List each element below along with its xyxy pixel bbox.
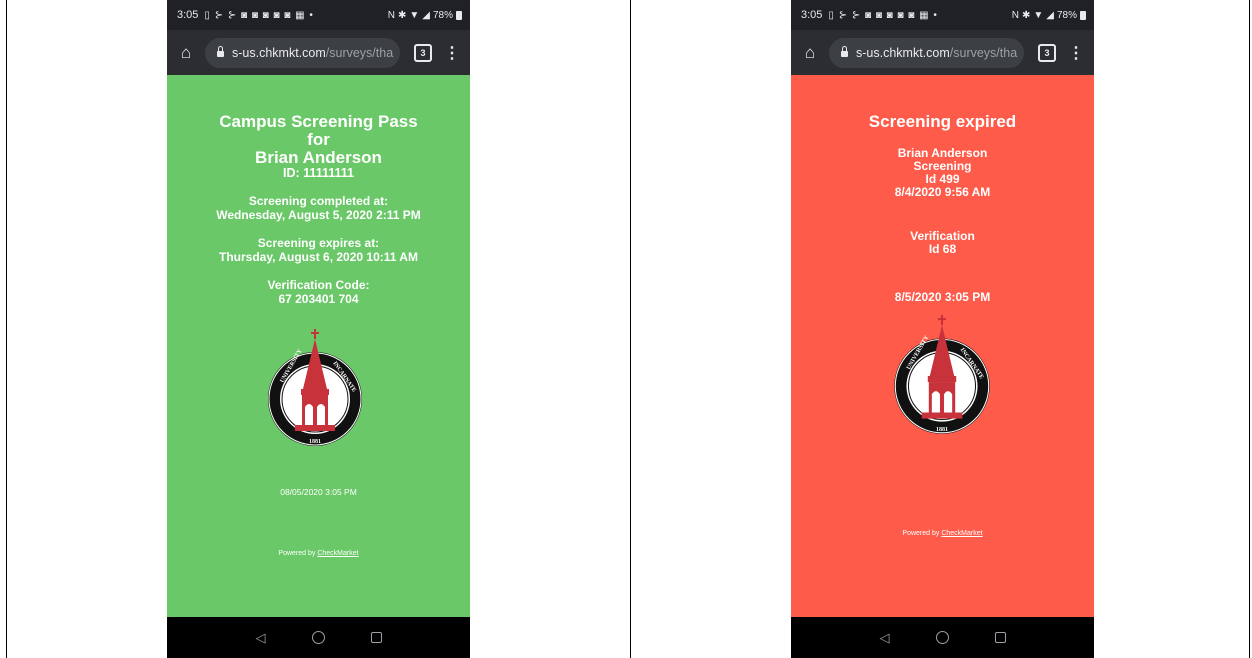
completed-value: Wednesday, August 5, 2020 2:11 PM [216, 208, 421, 222]
phone-screenshot-expired: 3:05 ▯ ⊱ ⊱ ◙ ◙ ◙ ◙ ◙ ▦ • N ✱ ▼ ◢ 78% ⌂ s… [791, 0, 1094, 658]
powered-prefix: Powered by [278, 550, 318, 557]
back-icon[interactable]: ◁ [880, 630, 890, 646]
expires-value: Thursday, August 6, 2020 10:11 AM [219, 250, 418, 264]
url-field[interactable]: s-us.chkmkt.com/surveys/tha [829, 37, 1024, 68]
screening-date: 8/4/2020 9:56 AM [894, 185, 991, 199]
status-time: 3:05 [177, 9, 199, 21]
lock-icon [217, 46, 224, 57]
url-field[interactable]: s-us.chkmkt.com/surveys/tha [205, 37, 400, 68]
seal-year: 1881 [309, 439, 321, 445]
url-domain: s-us.chkmkt.com [856, 45, 950, 60]
signal-icon: ◢ [1046, 9, 1054, 21]
screening-id: Id 499 [925, 172, 960, 186]
tab-switcher-button[interactable]: 3 [1038, 43, 1056, 62]
system-icons: N ✱ ▼ ◢ 78% [388, 10, 462, 21]
page-timestamp: 8/5/2020 3:05 PM [894, 290, 991, 304]
home-icon[interactable]: ⌂ [795, 43, 825, 63]
battery-percent: 78% [1056, 9, 1077, 21]
recents-icon[interactable] [370, 632, 382, 643]
pass-holder-name: Brian Anderson [255, 148, 382, 167]
cell-divider [630, 0, 631, 658]
expired-content: Screening expired Brian Anderson Screeni… [791, 75, 1094, 617]
verification-code-value: 67 203401 704 [278, 292, 359, 306]
powered-prefix: Powered by [902, 530, 942, 537]
verification-label: Verification [910, 229, 975, 243]
expired-title: Screening expired [868, 112, 1017, 131]
pass-content: Campus Screening Pass for Brian Anderson… [167, 75, 470, 617]
lock-icon [841, 46, 848, 57]
wifi-icon: ▼ [409, 9, 420, 21]
screening-label: Screening [913, 159, 972, 173]
home-circle-icon[interactable] [935, 631, 949, 644]
url-text: s-us.chkmkt.com/surveys/tha [856, 46, 1017, 60]
completed-label: Screening completed at: [248, 194, 389, 208]
browser-toolbar: ⌂ s-us.chkmkt.com/surveys/tha 3 ⋮ [167, 30, 470, 75]
powered-by: Powered by CheckMarket [167, 550, 470, 557]
recents-icon[interactable] [994, 632, 1006, 643]
browser-toolbar: ⌂ s-us.chkmkt.com/surveys/tha 3 ⋮ [791, 30, 1094, 75]
notification-icons: ▯ ⊱ ⊱ ◙ ◙ ◙ ◙ ◙ ▦ • [828, 9, 938, 21]
battery-icon [456, 10, 462, 20]
notification-icons: ▯ ⊱ ⊱ ◙ ◙ ◙ ◙ ◙ ▦ • [204, 9, 314, 21]
checkmarket-link[interactable]: CheckMarket [317, 550, 358, 557]
signal-icon: ◢ [422, 9, 430, 21]
tab-switcher-button[interactable]: 3 [414, 43, 432, 62]
pass-title-line2: for [307, 130, 330, 149]
powered-by: Powered by CheckMarket [791, 530, 1094, 537]
home-circle-icon[interactable] [311, 631, 325, 644]
expires-label: Screening expires at: [257, 236, 380, 250]
battery-percent: 78% [432, 9, 453, 21]
university-seal-logo: 1881 UNIVERSITY INCARNATE [268, 329, 362, 446]
status-time: 3:05 [801, 9, 823, 21]
more-options-icon[interactable]: ⋮ [444, 43, 460, 63]
more-options-icon[interactable]: ⋮ [1068, 43, 1084, 63]
phone-screenshot-pass: 3:05 ▯ ⊱ ⊱ ◙ ◙ ◙ ◙ ◙ ▦ • N ✱ ▼ ◢ 78% ⌂ s… [167, 0, 470, 658]
home-icon[interactable]: ⌂ [171, 43, 201, 63]
url-path: /surveys/tha [949, 45, 1018, 60]
checkmarket-link[interactable]: CheckMarket [941, 530, 982, 537]
bluetooth-icon: ✱ [397, 9, 407, 21]
bluetooth-icon: ✱ [1021, 9, 1031, 21]
verification-code-label: Verification Code: [267, 278, 370, 292]
page-timestamp: 08/05/2020 3:05 PM [280, 487, 357, 497]
url-path: /surveys/tha [325, 45, 394, 60]
status-bar: 3:05 ▯ ⊱ ⊱ ◙ ◙ ◙ ◙ ◙ ▦ • N ✱ ▼ ◢ 78% [791, 0, 1094, 30]
nfc-icon: N [1011, 9, 1019, 21]
verification-id: Id 68 [928, 242, 957, 256]
android-nav-bar: ◁ [791, 617, 1094, 658]
pass-id: ID: 11111111 [283, 166, 354, 180]
android-nav-bar: ◁ [167, 617, 470, 658]
seal-year: 1881 [936, 427, 948, 433]
status-bar: 3:05 ▯ ⊱ ⊱ ◙ ◙ ◙ ◙ ◙ ▦ • N ✱ ▼ ◢ 78% [167, 0, 470, 30]
university-seal-logo: 1881 UNIVERSITY INCARNATE [894, 315, 990, 434]
nfc-icon: N [387, 9, 395, 21]
battery-icon [1080, 10, 1086, 20]
back-icon[interactable]: ◁ [256, 630, 266, 646]
pass-title-line1: Campus Screening Pass [219, 112, 418, 131]
wifi-icon: ▼ [1033, 9, 1044, 21]
url-text: s-us.chkmkt.com/surveys/tha [232, 46, 393, 60]
url-domain: s-us.chkmkt.com [232, 45, 326, 60]
system-icons: N ✱ ▼ ◢ 78% [1012, 10, 1086, 21]
holder-name: Brian Anderson [897, 146, 988, 160]
